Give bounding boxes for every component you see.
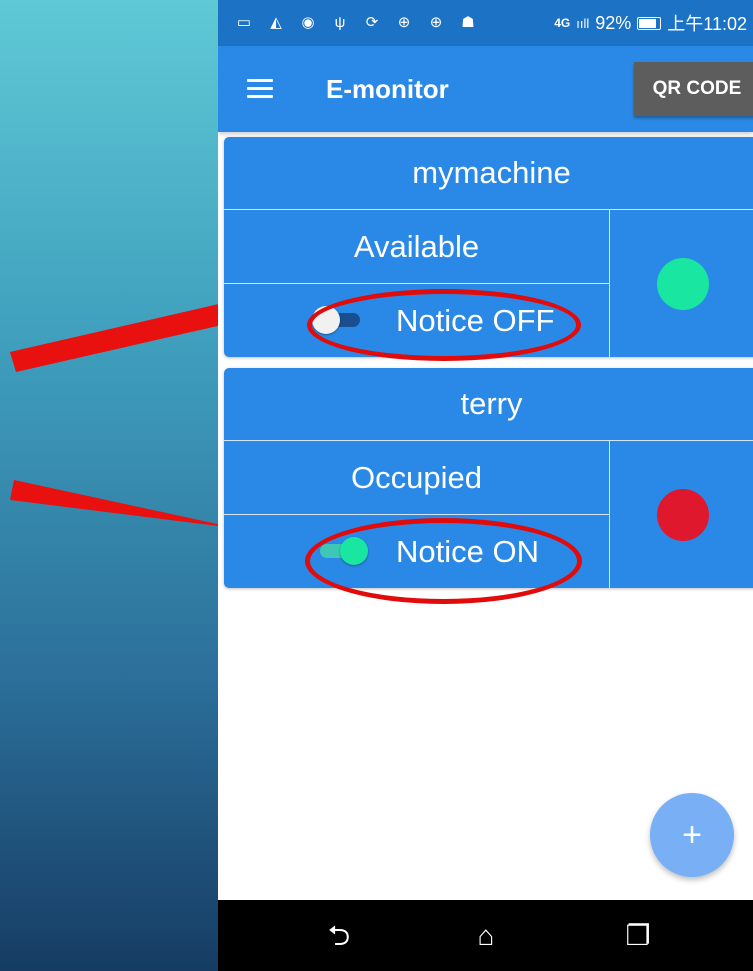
screen-icon: ▭ bbox=[236, 14, 252, 31]
annotation-circle-1 bbox=[307, 289, 581, 361]
machine-name: terry bbox=[224, 368, 753, 441]
download-icon: ⊕ bbox=[429, 14, 443, 31]
back-icon[interactable]: ⮌ bbox=[319, 920, 359, 952]
navigation-bar: ⮌ ⌂ ❐ bbox=[218, 900, 753, 971]
sync-icon: ⟳ bbox=[365, 14, 379, 31]
status-right: 4G ııll 92% 上午11:02 bbox=[554, 10, 753, 36]
signal-icon: ııll bbox=[576, 15, 590, 31]
battery-icon bbox=[637, 16, 662, 30]
status-bar: ▭ ◭ ◉ ψ ⟳ ⊕ ⊕ ☗ 4G ııll 92% 上午11:02 bbox=[218, 0, 753, 46]
battery-percent: 92% bbox=[595, 12, 632, 33]
app-bar: E-monitor QR CODE bbox=[218, 46, 753, 132]
machine-name: mymachine bbox=[224, 137, 753, 210]
navigation-icon: ◭ bbox=[270, 14, 282, 31]
machine-status: Occupied bbox=[224, 441, 610, 515]
android-icon: ☗ bbox=[461, 14, 475, 31]
recents-icon[interactable]: ❐ bbox=[618, 920, 658, 952]
download-icon: ⊕ bbox=[397, 14, 411, 31]
qr-code-button[interactable]: QR CODE bbox=[634, 62, 753, 116]
app-title: E-monitor bbox=[326, 74, 449, 104]
status-dot bbox=[657, 258, 709, 310]
add-button[interactable]: + bbox=[650, 793, 734, 877]
home-icon[interactable]: ⌂ bbox=[466, 920, 506, 952]
status-indicator bbox=[610, 441, 753, 588]
network-type: 4G bbox=[554, 16, 571, 30]
annotation-circle-2 bbox=[305, 518, 582, 604]
phone-screen: ▭ ◭ ◉ ψ ⟳ ⊕ ⊕ ☗ 4G ııll 92% 上午11:02 E-mo… bbox=[218, 0, 753, 971]
machine-status: Available bbox=[224, 210, 610, 284]
hotspot-icon: ◉ bbox=[301, 14, 315, 31]
status-dot bbox=[657, 489, 709, 541]
status-icons: ▭ ◭ ◉ ψ ⟳ ⊕ ⊕ ☗ bbox=[218, 13, 478, 33]
clock: 上午11:02 bbox=[667, 14, 747, 34]
hamburger-menu-icon[interactable] bbox=[247, 79, 273, 99]
status-indicator bbox=[610, 210, 753, 357]
usb-icon: ψ bbox=[334, 14, 346, 31]
